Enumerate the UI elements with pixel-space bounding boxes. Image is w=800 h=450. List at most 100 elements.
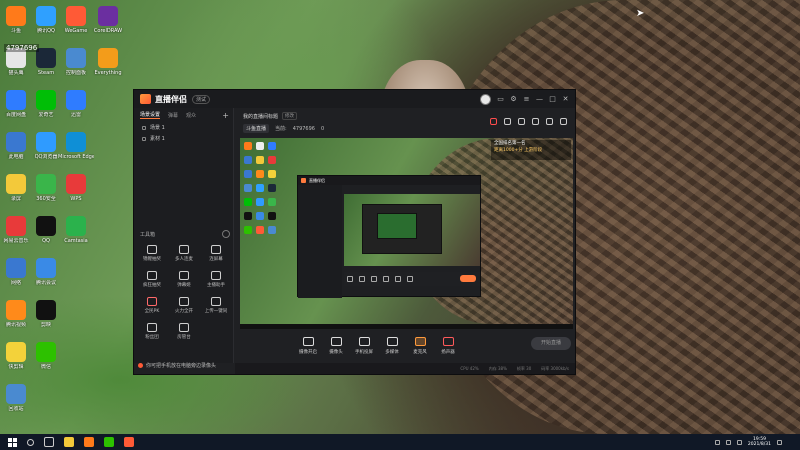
mic-icon [414, 337, 426, 346]
lock-icon[interactable] [504, 118, 511, 125]
stage-title-row: 我的直播间标题 修改 [243, 112, 298, 120]
app-shortcut-icon [6, 258, 26, 278]
alert-icon[interactable] [490, 118, 497, 125]
notification-icon[interactable] [777, 439, 782, 445]
tool-item[interactable]: 主播助手 [202, 271, 230, 288]
app-shortcut-icon [36, 216, 56, 236]
app-shortcut-icon [6, 300, 26, 320]
scene-item[interactable]: 素材 1 [134, 133, 233, 144]
tab-scenes[interactable]: 场景设置 [140, 111, 161, 119]
screen-icon [211, 245, 221, 254]
tab-danmaku[interactable]: 弹幕 [168, 112, 178, 119]
desktop-shortcut[interactable]: Microsoft Edge [58, 132, 94, 160]
tool-item[interactable]: 疯狂抽奖 [138, 271, 166, 288]
gallery-icon[interactable] [532, 118, 539, 125]
desktop-shortcut[interactable]: 微信 [28, 342, 64, 370]
app-shortcut-icon [6, 174, 26, 194]
taskbar-app-icon[interactable] [84, 437, 94, 447]
stage-header: 我的直播间标题 修改 斗鱼直播 当前: 4797696 0 [235, 108, 575, 138]
app-shortcut-icon [36, 300, 56, 320]
version-tag[interactable]: 测试 [192, 94, 211, 104]
close-icon[interactable]: ✕ [562, 95, 569, 103]
layout-icon[interactable] [518, 118, 525, 125]
desktop-shortcut[interactable]: WPS [58, 174, 94, 202]
taskbar-app-icon[interactable] [124, 437, 134, 447]
toolbox-toggle-icon[interactable] [222, 230, 230, 238]
tool-item[interactable]: 火力全开 [170, 297, 198, 314]
desktop-shortcut[interactable]: 回收站 [0, 384, 34, 412]
live-app-window: 直播伴侣 测试 ▭ ⚙ ≡ — □ ✕ 场景设置 弹幕 观众 + 场景 1 素材… [133, 89, 576, 375]
app-shortcut-icon [6, 90, 26, 110]
menu-icon[interactable]: ≡ [523, 95, 530, 103]
minimize-icon[interactable]: — [536, 95, 543, 103]
desktop-shortcut[interactable]: 迅雷 [58, 90, 94, 118]
toolbox-title: 工具箱 [140, 232, 156, 238]
control-media[interactable]: 多媒体 [378, 337, 406, 355]
app-shortcut-icon [66, 6, 86, 26]
shortcut-label: Microsoft Edge [58, 154, 94, 160]
nested-app-name: 直播伴侣 [309, 177, 325, 183]
settings-icon[interactable]: ⚙ [510, 95, 517, 103]
stream-title[interactable]: 我的直播间标题 [243, 113, 278, 120]
tool-item[interactable]: 粉丝团 [138, 323, 166, 340]
control-phone[interactable]: 手机投屏 [350, 337, 378, 355]
status-item: 码率 3000kb/s [541, 365, 569, 371]
avatar[interactable] [480, 93, 491, 105]
webcam-icon [330, 337, 342, 346]
live-preview[interactable]: 直播伴侣 全国排名第一名 距离1000+分 上游阶段 [240, 138, 573, 324]
search-icon[interactable] [27, 438, 34, 446]
rank-line: 距离1000+分 上游阶段 [494, 148, 543, 153]
task-view-icon[interactable] [44, 437, 54, 447]
category-pill[interactable]: 斗鱼直播 [243, 124, 270, 133]
clock[interactable]: 19:59 2021/8/31 [748, 437, 771, 447]
tool-item[interactable]: 多人连麦 [170, 245, 198, 262]
desktop-shortcut[interactable]: 剪映 [28, 300, 64, 328]
desktop-shortcut[interactable]: 腾讯会议 [28, 258, 64, 286]
share-icon[interactable] [560, 118, 567, 125]
message-icon[interactable]: ▭ [497, 95, 504, 103]
start-live-button[interactable]: 开始直播 [531, 337, 571, 350]
clock-date: 2021/8/31 [747, 442, 771, 447]
control-speaker[interactable]: 扬声器 [434, 337, 462, 355]
bell-icon[interactable] [546, 118, 553, 125]
fire-icon [179, 297, 189, 306]
windows-start-icon[interactable] [8, 437, 17, 447]
taskbar-app-icon[interactable] [104, 437, 114, 447]
app-shortcut-icon [6, 342, 26, 362]
nested-titlebar: 直播伴侣 [298, 176, 480, 185]
desktop-shortcut[interactable]: 控制面板 [58, 48, 94, 76]
control-webcam[interactable]: 摄像头 [322, 337, 350, 355]
nested-toolbar [344, 272, 480, 286]
app-shortcut-icon [66, 90, 86, 110]
bottom-hint[interactable]: 你可把手机放在电脑旁边录像头 [138, 362, 216, 369]
desktop-shortcut[interactable]: Camtasia [58, 216, 94, 244]
tray-up-icon[interactable] [714, 439, 720, 445]
eye-icon[interactable] [142, 136, 146, 141]
tool-item[interactable]: 连屏幕 [202, 245, 230, 262]
file-explorer-icon[interactable] [64, 437, 74, 447]
control-camera[interactable]: 摄像开启 [294, 337, 322, 355]
control-mic[interactable]: 麦克风 [406, 337, 434, 355]
edit-tag[interactable]: 修改 [282, 112, 298, 120]
desktop-shortcut[interactable]: Everything [90, 48, 126, 76]
network-icon[interactable] [725, 439, 731, 445]
desktop-shortcut[interactable]: WeGame [58, 6, 94, 34]
volume-icon[interactable] [736, 439, 742, 445]
system-tray: 19:59 2021/8/31 [714, 437, 782, 447]
scene-item[interactable]: 场景 1 [134, 122, 233, 133]
app-shortcut-icon [98, 48, 118, 68]
eye-icon[interactable] [142, 125, 146, 130]
tool-item[interactable]: 上传一键同 [202, 297, 230, 314]
tool-item[interactable]: 全民PK [138, 297, 166, 314]
tab-audience[interactable]: 观众 [186, 112, 196, 119]
tool-item[interactable]: 弹幕姬 [170, 271, 198, 288]
tool-empty [202, 323, 230, 340]
maximize-icon[interactable]: □ [549, 95, 556, 103]
add-scene-icon[interactable]: + [222, 111, 229, 120]
desktop-shortcut[interactable]: CorelDRAW [90, 6, 126, 34]
tool-row: 粉丝团 房管台 [138, 323, 230, 340]
app-shortcut-icon [6, 384, 26, 404]
tool-item[interactable]: 房管台 [170, 323, 198, 340]
fans-icon [147, 323, 157, 332]
tool-item[interactable]: 锦鲤抽奖 [138, 245, 166, 262]
